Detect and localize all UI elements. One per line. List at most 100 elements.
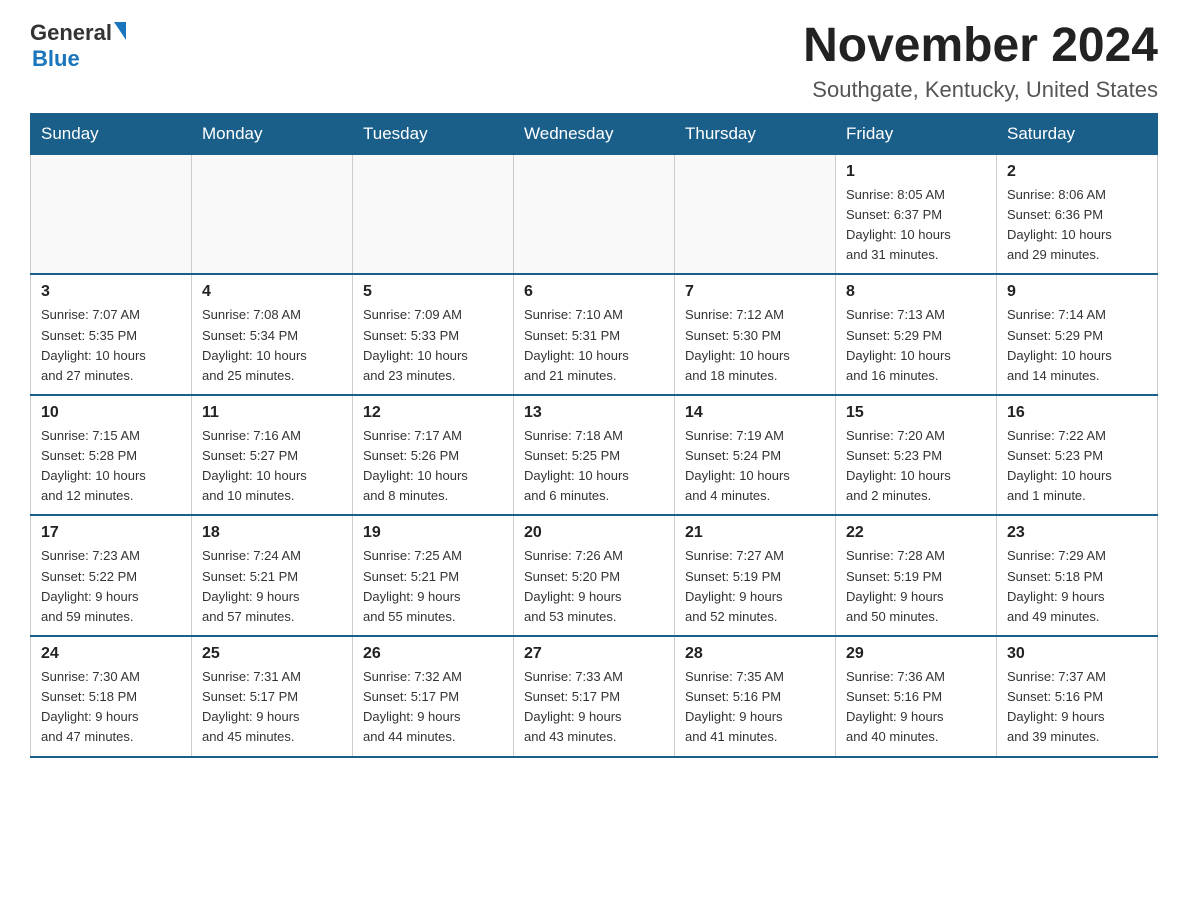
calendar-week-row: 24 Sunrise: 7:30 AM Sunset: 5:18 PM Dayli… xyxy=(31,636,1158,757)
day-info: Sunrise: 8:05 AM Sunset: 6:37 PM Dayligh… xyxy=(846,185,986,266)
day-number: 19 xyxy=(363,524,503,542)
day-number: 3 xyxy=(41,283,181,301)
day-number: 23 xyxy=(1007,524,1147,542)
month-title: November 2024 xyxy=(803,20,1158,73)
day-info: Sunrise: 7:15 AM Sunset: 5:28 PM Dayligh… xyxy=(41,426,181,507)
day-info: Sunrise: 7:09 AM Sunset: 5:33 PM Dayligh… xyxy=(363,305,503,386)
calendar-header-row: SundayMondayTuesdayWednesdayThursdayFrid… xyxy=(31,113,1158,154)
calendar-day-cell: 7Sunrise: 7:12 AM Sunset: 5:30 PM Daylig… xyxy=(675,274,836,395)
day-number: 14 xyxy=(685,404,825,422)
day-number: 18 xyxy=(202,524,342,542)
calendar-day-cell: 26Sunrise: 7:32 AM Sunset: 5:17 PM Dayli… xyxy=(353,636,514,757)
calendar-day-cell: 15 Sunrise: 7:20 AM Sunset: 5:23 PM Dayli… xyxy=(836,395,997,516)
day-info: Sunrise: 7:26 AM Sunset: 5:20 PM Dayligh… xyxy=(524,546,664,627)
day-info: Sunrise: 7:35 AM Sunset: 5:16 PM Dayligh… xyxy=(685,667,825,748)
calendar-week-row: 10 Sunrise: 7:15 AM Sunset: 5:28 PM Dayli… xyxy=(31,395,1158,516)
day-number: 27 xyxy=(524,645,664,663)
day-header-friday: Friday xyxy=(836,113,997,154)
calendar-day-cell: 20 Sunrise: 7:26 AM Sunset: 5:20 PM Dayli… xyxy=(514,515,675,636)
day-info: Sunrise: 7:22 AM Sunset: 5:23 PM Dayligh… xyxy=(1007,426,1147,507)
day-info: Sunrise: 7:30 AM Sunset: 5:18 PM Dayligh… xyxy=(41,667,181,748)
calendar-day-cell: 1 Sunrise: 8:05 AM Sunset: 6:37 PM Daylig… xyxy=(836,154,997,274)
day-info: Sunrise: 7:37 AM Sunset: 5:16 PM Dayligh… xyxy=(1007,667,1147,748)
day-info: Sunrise: 7:23 AM Sunset: 5:22 PM Dayligh… xyxy=(41,546,181,627)
day-info: Sunrise: 7:29 AM Sunset: 5:18 PM Dayligh… xyxy=(1007,546,1147,627)
calendar-week-row: 1 Sunrise: 8:05 AM Sunset: 6:37 PM Daylig… xyxy=(31,154,1158,274)
logo-blue-text: Blue xyxy=(32,46,80,72)
logo: General Blue xyxy=(30,20,126,72)
calendar-day-cell: 12 Sunrise: 7:17 AM Sunset: 5:26 PM Dayli… xyxy=(353,395,514,516)
day-number: 11 xyxy=(202,404,342,422)
calendar-day-cell: 4 Sunrise: 7:08 AM Sunset: 5:34 PM Daylig… xyxy=(192,274,353,395)
day-info: Sunrise: 7:12 AM Sunset: 5:30 PM Dayligh… xyxy=(685,305,825,386)
day-header-wednesday: Wednesday xyxy=(514,113,675,154)
logo-general-text: General xyxy=(30,20,112,46)
day-number: 16 xyxy=(1007,404,1147,422)
day-info: Sunrise: 7:17 AM Sunset: 5:26 PM Dayligh… xyxy=(363,426,503,507)
day-number: 4 xyxy=(202,283,342,301)
calendar-week-row: 3 Sunrise: 7:07 AM Sunset: 5:35 PM Daylig… xyxy=(31,274,1158,395)
calendar-day-cell: 13Sunrise: 7:18 AM Sunset: 5:25 PM Dayli… xyxy=(514,395,675,516)
day-number: 26 xyxy=(363,645,503,663)
day-info: Sunrise: 7:16 AM Sunset: 5:27 PM Dayligh… xyxy=(202,426,342,507)
day-number: 10 xyxy=(41,404,181,422)
day-number: 13 xyxy=(524,404,664,422)
calendar-day-cell xyxy=(353,154,514,274)
calendar-day-cell: 2 Sunrise: 8:06 AM Sunset: 6:36 PM Daylig… xyxy=(997,154,1158,274)
calendar-day-cell: 27Sunrise: 7:33 AM Sunset: 5:17 PM Dayli… xyxy=(514,636,675,757)
day-number: 24 xyxy=(41,645,181,663)
day-info: Sunrise: 7:14 AM Sunset: 5:29 PM Dayligh… xyxy=(1007,305,1147,386)
calendar-day-cell: 10 Sunrise: 7:15 AM Sunset: 5:28 PM Dayli… xyxy=(31,395,192,516)
logo-triangle-icon xyxy=(114,22,126,40)
calendar-table: SundayMondayTuesdayWednesdayThursdayFrid… xyxy=(30,113,1158,758)
calendar-day-cell: 5 Sunrise: 7:09 AM Sunset: 5:33 PM Daylig… xyxy=(353,274,514,395)
title-area: November 2024 Southgate, Kentucky, Unite… xyxy=(803,20,1158,103)
logo-text: General xyxy=(30,20,126,46)
day-header-sunday: Sunday xyxy=(31,113,192,154)
calendar-day-cell xyxy=(675,154,836,274)
calendar-day-cell: 14 Sunrise: 7:19 AM Sunset: 5:24 PM Dayli… xyxy=(675,395,836,516)
calendar-day-cell: 23 Sunrise: 7:29 AM Sunset: 5:18 PM Dayli… xyxy=(997,515,1158,636)
day-number: 9 xyxy=(1007,283,1147,301)
day-number: 5 xyxy=(363,283,503,301)
day-number: 12 xyxy=(363,404,503,422)
calendar-day-cell: 17Sunrise: 7:23 AM Sunset: 5:22 PM Dayli… xyxy=(31,515,192,636)
day-info: Sunrise: 7:08 AM Sunset: 5:34 PM Dayligh… xyxy=(202,305,342,386)
day-number: 20 xyxy=(524,524,664,542)
calendar-day-cell: 25 Sunrise: 7:31 AM Sunset: 5:17 PM Dayli… xyxy=(192,636,353,757)
calendar-day-cell: 3 Sunrise: 7:07 AM Sunset: 5:35 PM Daylig… xyxy=(31,274,192,395)
calendar-day-cell: 16 Sunrise: 7:22 AM Sunset: 5:23 PM Dayli… xyxy=(997,395,1158,516)
day-info: Sunrise: 7:10 AM Sunset: 5:31 PM Dayligh… xyxy=(524,305,664,386)
day-number: 21 xyxy=(685,524,825,542)
day-number: 30 xyxy=(1007,645,1147,663)
day-header-saturday: Saturday xyxy=(997,113,1158,154)
calendar-day-cell: 6 Sunrise: 7:10 AM Sunset: 5:31 PM Daylig… xyxy=(514,274,675,395)
day-info: Sunrise: 7:24 AM Sunset: 5:21 PM Dayligh… xyxy=(202,546,342,627)
calendar-day-cell: 19 Sunrise: 7:25 AM Sunset: 5:21 PM Dayli… xyxy=(353,515,514,636)
day-number: 22 xyxy=(846,524,986,542)
day-info: Sunrise: 7:07 AM Sunset: 5:35 PM Dayligh… xyxy=(41,305,181,386)
day-info: Sunrise: 7:36 AM Sunset: 5:16 PM Dayligh… xyxy=(846,667,986,748)
day-info: Sunrise: 7:19 AM Sunset: 5:24 PM Dayligh… xyxy=(685,426,825,507)
day-info: Sunrise: 7:31 AM Sunset: 5:17 PM Dayligh… xyxy=(202,667,342,748)
calendar-day-cell xyxy=(514,154,675,274)
day-number: 1 xyxy=(846,163,986,181)
day-number: 8 xyxy=(846,283,986,301)
day-info: Sunrise: 7:28 AM Sunset: 5:19 PM Dayligh… xyxy=(846,546,986,627)
day-info: Sunrise: 8:06 AM Sunset: 6:36 PM Dayligh… xyxy=(1007,185,1147,266)
day-number: 25 xyxy=(202,645,342,663)
calendar-day-cell: 11 Sunrise: 7:16 AM Sunset: 5:27 PM Dayli… xyxy=(192,395,353,516)
calendar-day-cell: 24 Sunrise: 7:30 AM Sunset: 5:18 PM Dayli… xyxy=(31,636,192,757)
day-number: 29 xyxy=(846,645,986,663)
day-header-thursday: Thursday xyxy=(675,113,836,154)
day-number: 2 xyxy=(1007,163,1147,181)
day-number: 6 xyxy=(524,283,664,301)
day-header-monday: Monday xyxy=(192,113,353,154)
day-info: Sunrise: 7:20 AM Sunset: 5:23 PM Dayligh… xyxy=(846,426,986,507)
day-number: 15 xyxy=(846,404,986,422)
day-info: Sunrise: 7:25 AM Sunset: 5:21 PM Dayligh… xyxy=(363,546,503,627)
calendar-week-row: 17Sunrise: 7:23 AM Sunset: 5:22 PM Dayli… xyxy=(31,515,1158,636)
day-header-tuesday: Tuesday xyxy=(353,113,514,154)
calendar-day-cell: 8Sunrise: 7:13 AM Sunset: 5:29 PM Daylig… xyxy=(836,274,997,395)
calendar-day-cell: 30 Sunrise: 7:37 AM Sunset: 5:16 PM Dayli… xyxy=(997,636,1158,757)
